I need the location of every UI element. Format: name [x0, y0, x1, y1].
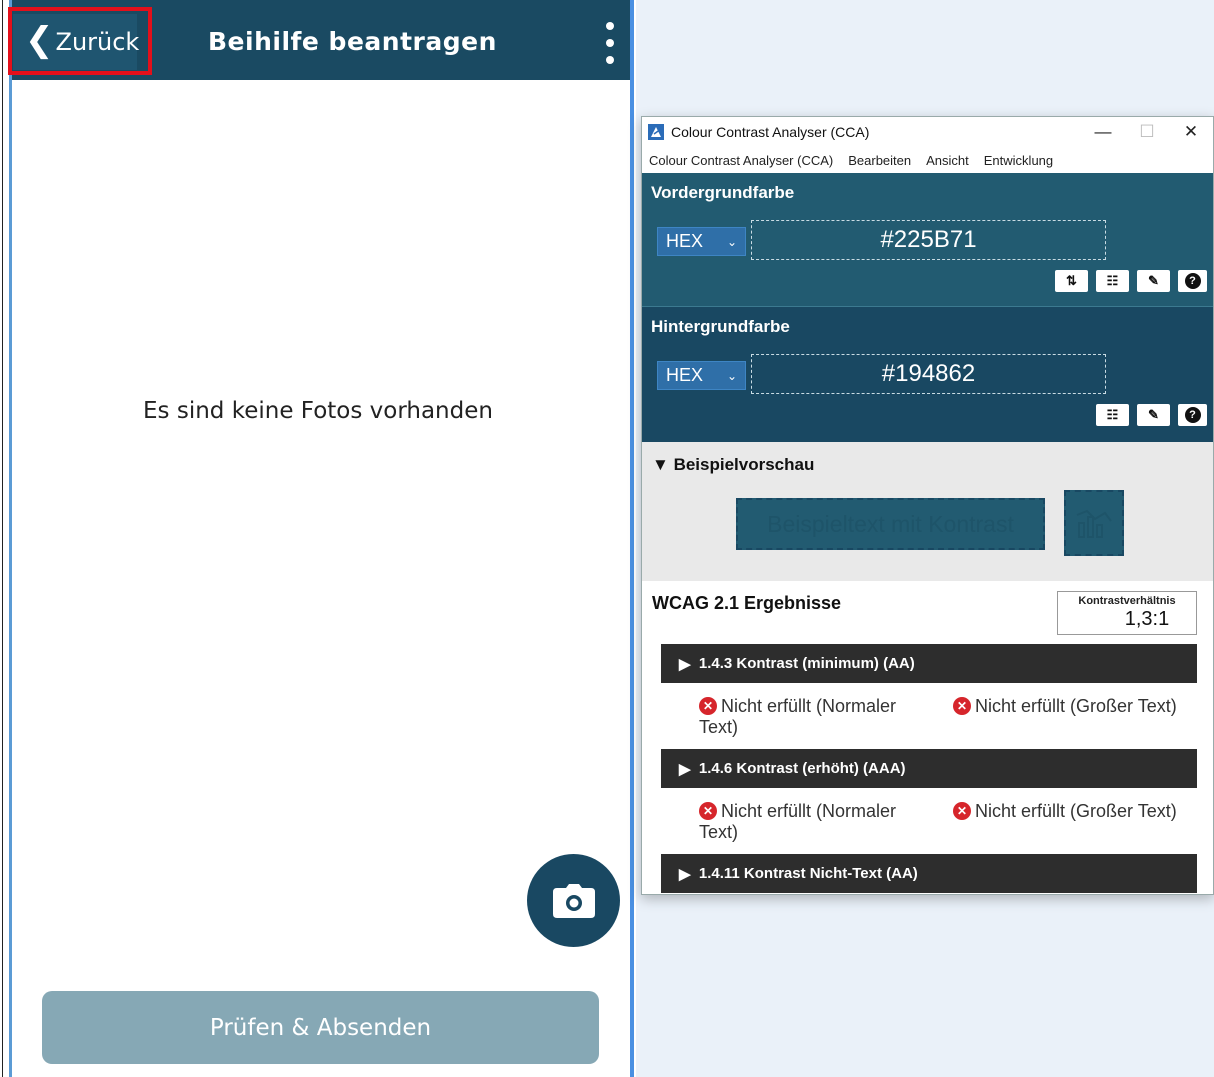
- criterion-1-4-11[interactable]: ▶ 1.4.11 Kontrast Nicht-Text (AA): [661, 854, 1197, 893]
- foreground-format-value: HEX: [666, 231, 704, 251]
- chevron-down-icon: ⌄: [726, 368, 737, 383]
- foreground-hex-input[interactable]: #225B71: [751, 220, 1106, 260]
- back-label: Zurück: [55, 28, 140, 56]
- menu-item-dev[interactable]: Entwicklung: [984, 153, 1053, 168]
- maximize-icon[interactable]: ☐: [1125, 117, 1169, 147]
- menu-item-edit[interactable]: Bearbeiten: [848, 153, 911, 168]
- app-focus-border-right: [630, 0, 634, 1077]
- contrast-ratio-box: Kontrastverhältnis 1,3:1: [1057, 591, 1197, 635]
- background-format-value: HEX: [666, 365, 704, 385]
- minimize-icon[interactable]: —: [1081, 117, 1125, 147]
- window-titlebar[interactable]: Colour Contrast Analyser (CCA) — ☐ ✕: [642, 117, 1213, 147]
- menu-bar: Colour Contrast Analyser (CCA) Bearbeite…: [642, 147, 1213, 173]
- criterion-1-4-6[interactable]: ▶ 1.4.6 Kontrast (erhöht) (AAA): [661, 749, 1197, 788]
- submit-button[interactable]: Prüfen & Absenden: [42, 991, 599, 1064]
- foreground-panel: Vordergrundfarbe HEX ⌄ #225B71 ⇅ ☷ ✎ ?: [642, 173, 1213, 306]
- close-icon[interactable]: ✕: [1169, 117, 1213, 147]
- back-button[interactable]: ❮ Zurück: [13, 14, 140, 70]
- foreground-heading: Vordergrundfarbe: [651, 183, 795, 202]
- contrast-ratio-value: 1,3:1: [1124, 608, 1170, 630]
- sliders-icon[interactable]: ☷: [1096, 404, 1129, 426]
- sliders-icon[interactable]: ☷: [1096, 270, 1129, 292]
- mobile-app: Beihilfe beantragen ❮ Zurück Es sind kei…: [0, 0, 636, 1077]
- menu-item-view[interactable]: Ansicht: [926, 153, 969, 168]
- cca-app-icon: [648, 124, 664, 140]
- more-vertical-icon[interactable]: [598, 22, 622, 64]
- criterion-1-4-6-results: ✕ Nicht erfüllt (Normaler Text) ✕ Nicht er…: [661, 801, 1197, 845]
- fail-icon: ✕: [953, 696, 971, 715]
- sample-text-preview: Beispieltext mit Kontrast: [736, 498, 1045, 550]
- add-photo-button[interactable]: [527, 854, 620, 947]
- criterion-title: 1.4.6 Kontrast (erhöht) (AAA): [698, 760, 906, 777]
- background-heading: Hintergrundfarbe: [651, 317, 790, 336]
- chevron-down-icon: ⌄: [726, 234, 737, 249]
- app-focus-border: [9, 0, 12, 1077]
- eyedropper-icon[interactable]: ✎: [1137, 404, 1170, 426]
- criterion-title: 1.4.11 Kontrast Nicht-Text (AA): [698, 865, 918, 882]
- result-large-label: Nicht erfüllt (Großer Text): [975, 801, 1177, 821]
- criterion-1-4-3[interactable]: ▶ 1.4.3 Kontrast (minimum) (AA): [661, 644, 1197, 683]
- result-large-text: ✕ Nicht erfüllt (Großer Text): [953, 696, 1177, 717]
- eyedropper-icon[interactable]: ✎: [1137, 270, 1170, 292]
- wcag-results: WCAG 2.1 Ergebnisse Kontrastverhältnis 1…: [642, 581, 1213, 894]
- preview-heading: Beispielvorschau: [673, 455, 815, 474]
- window-title: Colour Contrast Analyser (CCA): [671, 124, 870, 140]
- help-icon[interactable]: ?: [1178, 404, 1207, 426]
- chevron-left-icon: ❮: [25, 20, 54, 60]
- result-normal-label: Nicht erfüllt (Normaler Text): [699, 696, 897, 737]
- result-large-text: ✕ Nicht erfüllt (Großer Text): [953, 801, 1177, 822]
- sample-chart-icon: [1064, 490, 1124, 556]
- help-icon[interactable]: ?: [1178, 270, 1207, 292]
- results-heading: WCAG 2.1 Ergebnisse: [652, 593, 842, 613]
- page-title: Beihilfe beantragen: [208, 27, 497, 56]
- result-large-label: Nicht erfüllt (Großer Text): [975, 696, 1177, 716]
- criterion-1-4-3-results: ✕ Nicht erfüllt (Normaler Text) ✕ Nicht er…: [661, 696, 1197, 740]
- criterion-title: 1.4.3 Kontrast (minimum) (AA): [698, 655, 915, 672]
- screenshot-stage: Beihilfe beantragen ❮ Zurück Es sind kei…: [0, 0, 1214, 1077]
- fail-icon: ✕: [699, 801, 717, 820]
- background-format-select[interactable]: HEX ⌄: [657, 361, 746, 390]
- background-panel: Hintergrundfarbe HEX ⌄ #194862 ☷ ✎ ?: [642, 306, 1213, 442]
- empty-state-message: Es sind keine Fotos vorhanden: [143, 398, 493, 424]
- swap-icon[interactable]: ⇅: [1055, 270, 1088, 292]
- camera-icon: [552, 883, 595, 918]
- contrast-ratio-label: Kontrastverhältnis: [1078, 595, 1176, 607]
- preview-section: ▼ Beispielvorschau Beispieltext mit Kont…: [642, 442, 1213, 581]
- preview-toggle[interactable]: ▼ Beispielvorschau: [652, 455, 814, 475]
- fail-icon: ✕: [699, 696, 717, 715]
- foreground-format-select[interactable]: HEX ⌄: [657, 227, 746, 256]
- fail-icon: ✕: [953, 801, 971, 820]
- result-normal-text: ✕ Nicht erfüllt (Normaler Text): [699, 801, 939, 843]
- background-hex-input[interactable]: #194862: [751, 354, 1106, 394]
- app-border: [2, 0, 3, 1077]
- result-normal-label: Nicht erfüllt (Normaler Text): [699, 801, 897, 842]
- cca-window: Colour Contrast Analyser (CCA) — ☐ ✕ Col…: [641, 116, 1214, 895]
- result-normal-text: ✕ Nicht erfüllt (Normaler Text): [699, 696, 939, 738]
- menu-item-app[interactable]: Colour Contrast Analyser (CCA): [649, 153, 833, 168]
